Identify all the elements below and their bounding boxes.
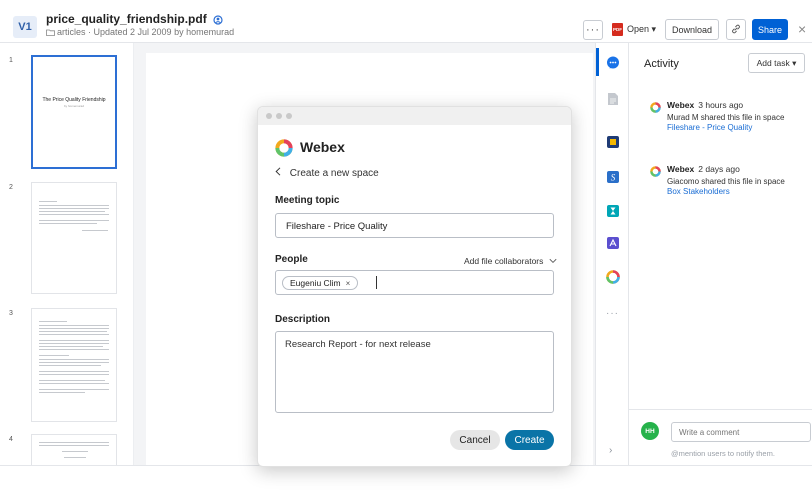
- shared-link-button[interactable]: [726, 19, 746, 40]
- back-label: Create a new space: [289, 168, 379, 179]
- thumbnail-title: The Price Quality Friendship: [42, 97, 106, 103]
- more-options-button[interactable]: ···: [583, 20, 603, 40]
- description-value: Research Report - for next release: [285, 339, 431, 350]
- topic-label: Meeting topic: [275, 195, 340, 206]
- avatar: HH: [641, 422, 659, 440]
- more-integrations-icon[interactable]: ···: [606, 308, 619, 319]
- activity-chat-icon[interactable]: [606, 56, 620, 70]
- activity-title: Activity: [644, 58, 679, 70]
- pdf-icon: PDF: [612, 23, 623, 36]
- webex-logo-icon: [275, 139, 293, 157]
- close-icon[interactable]: ×: [798, 21, 806, 37]
- cancel-button[interactable]: Cancel: [450, 430, 500, 450]
- rail-active-indicator: [596, 48, 599, 76]
- person-chip[interactable]: Eugeniu Clim ×: [282, 276, 359, 290]
- open-button[interactable]: PDF Open ▾: [612, 19, 656, 40]
- dialog-titlebar[interactable]: [258, 107, 571, 125]
- version-badge[interactable]: V1: [13, 16, 37, 38]
- add-task-button[interactable]: Add task ▾: [748, 53, 805, 73]
- collaborators-icon[interactable]: [213, 14, 223, 28]
- activity-header: Webex 3 hours ago: [667, 100, 743, 110]
- description-label: Description: [275, 314, 331, 325]
- page-thumbnail[interactable]: [31, 308, 117, 422]
- description-textarea[interactable]: Research Report - for next release: [275, 331, 554, 413]
- people-label: People: [275, 254, 308, 265]
- webex-logo-icon: [650, 100, 661, 113]
- topic-input[interactable]: Fileshare - Price Quality: [275, 213, 554, 238]
- page-number: 4: [9, 436, 13, 443]
- create-button[interactable]: Create: [505, 430, 554, 450]
- comment-hint: @mention users to notify them.: [671, 449, 775, 458]
- dialog-app-title: Webex: [300, 139, 345, 155]
- topic-value: Fileshare - Price Quality: [286, 221, 388, 232]
- page-number: 2: [9, 184, 13, 191]
- page-thumbnail[interactable]: [31, 434, 117, 465]
- integrations-rail: S ··· ›: [595, 43, 629, 465]
- header-bar: V1 price_quality_friendship.pdf articles…: [0, 0, 812, 43]
- activity-app: Webex: [667, 164, 695, 174]
- remove-person-icon[interactable]: ×: [346, 279, 351, 288]
- webex-logo-icon: [650, 164, 661, 177]
- webex-integration-icon[interactable]: [606, 270, 620, 284]
- page-thumbnails[interactable]: 1 The Price Quality Friendship by homemu…: [0, 43, 134, 465]
- comment-composer: HH @mention users to notify them.: [629, 409, 812, 465]
- file-meta: articles · Updated 2 Jul 2009 by homemur…: [46, 27, 234, 38]
- link-icon: [731, 24, 741, 36]
- skype-integration-icon[interactable]: S: [606, 170, 620, 184]
- file-meta-text: articles · Updated 2 Jul 2009 by homemur…: [57, 27, 235, 37]
- window-dot-icon[interactable]: [276, 113, 282, 119]
- person-chip-label: Eugeniu Clim: [290, 278, 341, 288]
- activity-header: Webex 2 days ago: [667, 164, 740, 174]
- activity-time: 2 days ago: [698, 164, 740, 174]
- file-title: price_quality_friendship.pdf: [46, 12, 223, 28]
- page-number: 3: [9, 310, 13, 317]
- comment-input[interactable]: [671, 422, 811, 442]
- app-integration-icon[interactable]: [606, 135, 620, 149]
- file-name-text: price_quality_friendship.pdf: [46, 12, 207, 26]
- svg-text:S: S: [611, 173, 616, 183]
- download-button[interactable]: Download: [665, 19, 719, 40]
- chevron-down-icon: [546, 256, 557, 266]
- hourglass-integration-icon[interactable]: [606, 204, 620, 218]
- open-button-label: Open ▾: [627, 24, 657, 34]
- activity-text: Giacomo shared this file in space: [667, 177, 785, 186]
- activity-sidebar: Activity Add task ▾ Webex 3 hours ago Mur…: [629, 43, 812, 465]
- add-file-collaborators-button[interactable]: Add file collaborators: [464, 256, 557, 266]
- activity-space-link[interactable]: Fileshare - Price Quality: [667, 123, 752, 132]
- adobe-sign-icon[interactable]: [606, 236, 620, 250]
- chevron-left-icon: [275, 167, 284, 179]
- share-button[interactable]: Share: [752, 19, 788, 40]
- people-input[interactable]: Eugeniu Clim ×: [275, 270, 554, 295]
- thumbnail-subtitle: by homemurad: [63, 104, 84, 108]
- webex-create-space-dialog: Webex Create a new space Meeting topic F…: [257, 106, 572, 467]
- page-thumbnail[interactable]: The Price Quality Friendship by homemura…: [31, 55, 117, 169]
- add-collaborators-label: Add file collaborators: [464, 256, 544, 266]
- activity-text: Murad M shared this file in space: [667, 113, 785, 122]
- back-button[interactable]: Create a new space: [275, 167, 379, 179]
- expand-chevron-icon[interactable]: ›: [609, 445, 612, 456]
- window-dot-icon[interactable]: [286, 113, 292, 119]
- folder-icon: [46, 28, 55, 38]
- page-number: 1: [9, 57, 13, 64]
- file-details-icon[interactable]: [606, 92, 620, 106]
- page-thumbnail[interactable]: [31, 182, 117, 294]
- window-dot-icon[interactable]: [266, 113, 272, 119]
- activity-app: Webex: [667, 100, 695, 110]
- activity-space-link[interactable]: Box Stakeholders: [667, 187, 730, 196]
- text-caret: [376, 276, 377, 289]
- activity-time: 3 hours ago: [698, 100, 744, 110]
